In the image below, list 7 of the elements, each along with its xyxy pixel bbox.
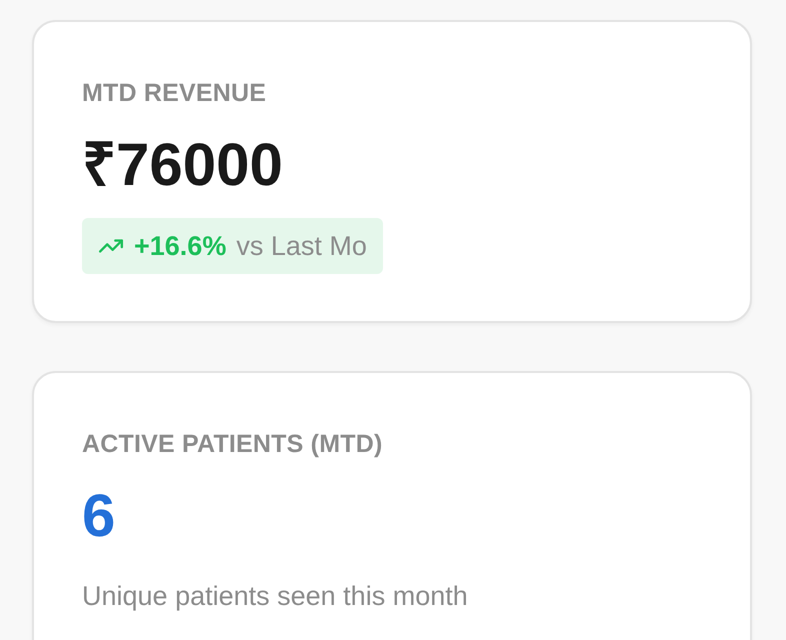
stat-value: 6 bbox=[82, 481, 116, 551]
change-percent: +16.6% bbox=[134, 230, 226, 263]
stat-note: Unique patients seen this month bbox=[82, 580, 469, 613]
comparison-text: vs Last Mo bbox=[236, 230, 367, 263]
stat-label: ACTIVE PATIENTS (MTD) bbox=[82, 429, 384, 459]
stat-label: MTD REVENUE bbox=[82, 78, 268, 108]
stat-value: ₹76000 bbox=[82, 130, 284, 200]
